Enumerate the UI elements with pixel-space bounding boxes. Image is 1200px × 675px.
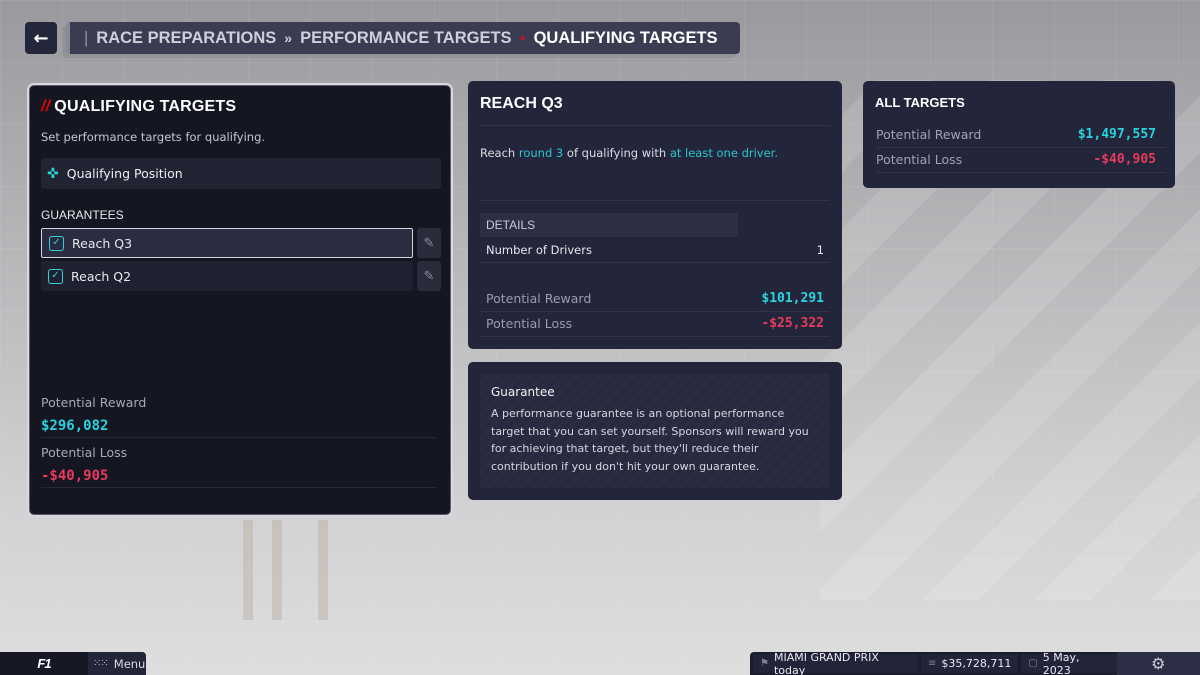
menu-label: Menu: [113, 656, 146, 671]
background-pillar: [318, 520, 328, 620]
edit-button[interactable]: ✎: [417, 228, 441, 258]
divider: [876, 147, 1166, 148]
edit-icon: ✎: [423, 268, 435, 284]
breadcrumb-separator: »: [284, 30, 293, 46]
background-pillar: [272, 520, 282, 620]
reward-label: Potential Reward: [486, 291, 592, 306]
reward-row: Potential Reward $101,291: [486, 291, 824, 306]
settings-button[interactable]: ⚙: [1116, 652, 1200, 675]
arrow-left-icon: ←: [33, 27, 49, 49]
checkmark-icon: ✓: [51, 270, 60, 281]
background-pillar: [243, 520, 253, 620]
breadcrumb-divider: |: [84, 28, 89, 47]
checkbox[interactable]: ✓: [49, 235, 64, 251]
drivers-value: 1: [816, 243, 824, 257]
divider: [876, 172, 1166, 173]
back-button[interactable]: ←: [25, 22, 57, 54]
desc-text: of qualifying with: [563, 146, 670, 160]
status-bar: ⚑ MIAMI GRAND PRIX today ≡ $35,728,711 ▢…: [750, 650, 1200, 675]
potential-reward-label: Potential Reward: [41, 395, 147, 410]
detail-title: REACH Q3: [480, 95, 563, 112]
panel-title: //QUALIFYING TARGETS: [41, 98, 236, 116]
balance-status[interactable]: ≡ $35,728,711: [920, 654, 1019, 673]
target-detail-panel: REACH Q3 Reach round 3 of qualifying wit…: [468, 81, 842, 349]
reward-value: $101,291: [761, 291, 824, 306]
qualifying-position-category[interactable]: ✜ Qualifying Position: [41, 158, 441, 189]
breadcrumb-current-marker: ●: [519, 32, 526, 44]
drivers-label: Number of Drivers: [486, 243, 592, 257]
title-slashes-icon: //: [41, 98, 51, 115]
cross-icon: ✜: [47, 165, 59, 182]
loss-value: -$25,322: [761, 316, 824, 331]
divider: [480, 125, 830, 126]
loss-row: Potential Loss -$25,322: [486, 316, 824, 331]
total-reward-label: Potential Reward: [876, 127, 982, 142]
qualifying-targets-panel: //QUALIFYING TARGETS Set performance tar…: [27, 83, 453, 517]
divider: [41, 437, 436, 438]
gear-icon: ⚙: [1151, 654, 1166, 673]
menu-button[interactable]: ⁙⁙ Menu: [88, 652, 146, 675]
panel-subtitle: Set performance targets for qualifying.: [41, 130, 266, 144]
potential-reward-value: $296,082: [41, 418, 109, 434]
balance-value: $35,728,711: [941, 657, 1012, 670]
guarantee-info-panel: Guarantee A performance guarantee is an …: [468, 362, 842, 500]
all-targets-title: ALL TARGETS: [875, 95, 965, 110]
potential-loss-value: -$40,905: [41, 468, 109, 484]
guarantees-heading: GUARANTEES: [41, 208, 124, 222]
info-box: Guarantee A performance guarantee is an …: [480, 374, 829, 488]
guarantee-item-reach-q3[interactable]: ✓ Reach Q3: [41, 228, 413, 258]
category-label: Qualifying Position: [66, 166, 183, 181]
calendar-icon: ▢: [1028, 658, 1038, 669]
total-loss-row: Potential Loss -$40,905: [876, 152, 1156, 167]
bottom-left-bar: F1 ⁙⁙ Menu: [0, 652, 146, 675]
potential-loss-label: Potential Loss: [41, 445, 128, 460]
grid-icon: ⁙⁙: [93, 658, 109, 669]
edit-icon: ✎: [423, 235, 435, 251]
divider: [41, 487, 436, 488]
flag-icon: ⚑: [760, 658, 769, 669]
event-status[interactable]: ⚑ MIAMI GRAND PRIX today: [753, 650, 918, 675]
balance-icon: ≡: [927, 658, 937, 669]
divider: [480, 200, 830, 201]
divider: [480, 311, 830, 312]
breadcrumb-performance-targets[interactable]: PERFORMANCE TARGETS: [300, 29, 511, 48]
breadcrumb: | RACE PREPARATIONS » PERFORMANCE TARGET…: [66, 22, 740, 54]
desc-highlight: at least one driver.: [669, 146, 778, 160]
checkmark-icon: ✓: [52, 237, 61, 248]
divider: [480, 262, 830, 263]
desc-text: Reach: [480, 146, 519, 160]
breadcrumb-qualifying-targets: QUALIFYING TARGETS: [533, 28, 718, 47]
detail-description: Reach round 3 of qualifying with at leas…: [480, 146, 778, 160]
guarantee-label: Reach Q3: [72, 235, 133, 251]
breadcrumb-race-preparations[interactable]: RACE PREPARATIONS: [96, 29, 276, 48]
panel-title-text: QUALIFYING TARGETS: [54, 98, 237, 115]
date-value: 5 May, 2023: [1042, 650, 1080, 675]
checkbox[interactable]: ✓: [48, 268, 63, 284]
f1-logo: F1: [37, 656, 51, 671]
total-loss-label: Potential Loss: [876, 152, 963, 167]
desc-highlight: round 3: [518, 146, 564, 160]
edit-button[interactable]: ✎: [417, 261, 441, 291]
guarantee-label: Reach Q2: [71, 268, 132, 284]
drivers-row: Number of Drivers 1: [486, 243, 824, 257]
total-loss-value: -$40,905: [1093, 152, 1156, 167]
details-heading: DETAILS: [480, 213, 738, 237]
guarantee-item-reach-q2[interactable]: ✓ Reach Q2: [41, 261, 413, 291]
event-label: MIAMI GRAND PRIX today: [773, 650, 879, 675]
divider: [480, 336, 830, 337]
info-title: Guarantee: [491, 385, 555, 399]
info-text: A performance guarantee is an optional p…: [491, 407, 809, 473]
total-reward-row: Potential Reward $1,497,557: [876, 127, 1156, 142]
total-reward-value: $1,497,557: [1077, 127, 1156, 142]
date-status[interactable]: ▢ 5 May, 2023: [1021, 650, 1117, 675]
loss-label: Potential Loss: [486, 316, 573, 331]
all-targets-panel: ALL TARGETS Potential Reward $1,497,557 …: [863, 81, 1175, 188]
